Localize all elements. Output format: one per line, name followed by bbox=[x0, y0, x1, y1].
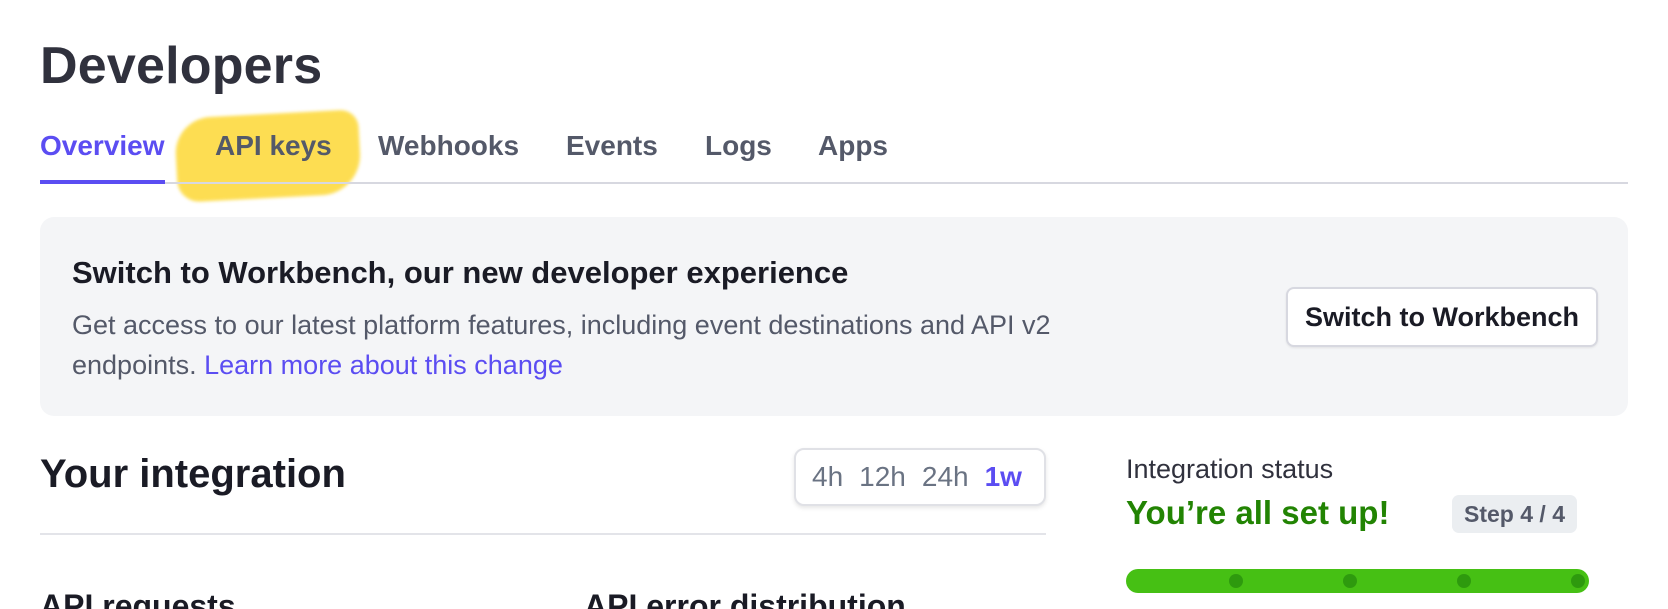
section-divider bbox=[40, 533, 1046, 535]
tab-webhooks[interactable]: Webhooks bbox=[378, 130, 519, 182]
step-badge: Step 4 / 4 bbox=[1452, 495, 1577, 533]
range-12h[interactable]: 12h bbox=[859, 461, 906, 493]
tab-apps[interactable]: Apps bbox=[818, 130, 888, 182]
banner-title: Switch to Workbench, our new developer e… bbox=[72, 255, 849, 290]
api-error-distribution-heading: API error distribution bbox=[584, 588, 906, 609]
progress-step-dot bbox=[1571, 574, 1585, 588]
learn-more-link[interactable]: Learn more about this change bbox=[204, 350, 563, 380]
integration-status-label: Integration status bbox=[1126, 454, 1334, 484]
tab-bar: Overview API keys Webhooks Events Logs A… bbox=[40, 116, 1628, 184]
range-24h[interactable]: 24h bbox=[922, 461, 969, 493]
page-title: Developers bbox=[40, 37, 323, 95]
progress-step-dot bbox=[1457, 574, 1471, 588]
progress-step-dot bbox=[1343, 574, 1357, 588]
api-requests-heading: API requests bbox=[40, 588, 236, 609]
time-range-selector: 4h 12h 24h 1w bbox=[794, 448, 1046, 506]
tab-overview[interactable]: Overview bbox=[40, 130, 165, 184]
setup-progress-bar bbox=[1126, 569, 1589, 593]
progress-step-dot bbox=[1229, 574, 1243, 588]
tab-events[interactable]: Events bbox=[566, 130, 658, 182]
switch-to-workbench-button[interactable]: Switch to Workbench bbox=[1285, 287, 1598, 347]
range-1w[interactable]: 1w bbox=[985, 461, 1022, 493]
integration-title: Your integration bbox=[40, 452, 346, 496]
tab-logs[interactable]: Logs bbox=[705, 130, 772, 182]
tab-api-keys[interactable]: API keys bbox=[215, 130, 332, 182]
range-4h[interactable]: 4h bbox=[812, 461, 843, 493]
integration-status-value: You’re all set up! bbox=[1126, 494, 1390, 531]
banner-description: Get access to our latest platform featur… bbox=[72, 305, 1162, 385]
workbench-banner: Switch to Workbench, our new developer e… bbox=[40, 217, 1628, 416]
